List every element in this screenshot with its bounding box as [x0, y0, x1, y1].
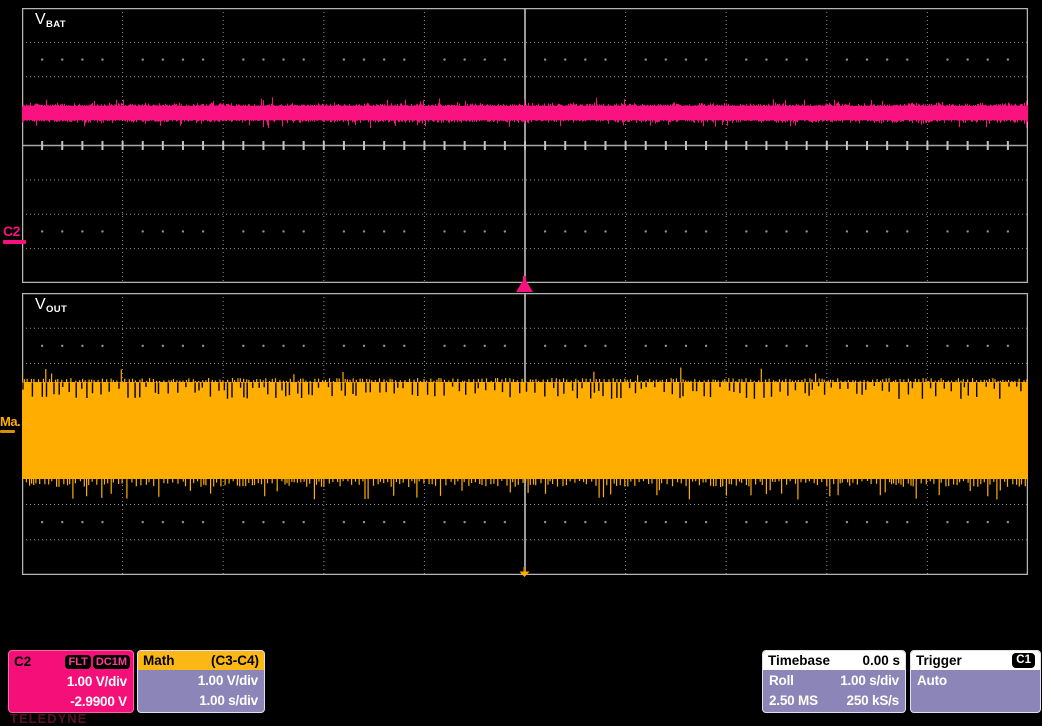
timebase-row-2: 2.50 MS 250 kS/s	[763, 690, 905, 710]
math-scale-value: 1.00 V/div	[138, 670, 264, 690]
top-graticule: VBAT	[22, 8, 1028, 283]
vbat-label-sub: BAT	[46, 19, 66, 30]
c2-badges: FLT DC1M	[65, 655, 130, 669]
vout-label-sub: OUT	[46, 304, 67, 315]
trigger-mode-value: Auto	[917, 673, 947, 688]
vout-label-main: V	[35, 296, 46, 313]
vbat-trace-canvas	[22, 8, 1028, 283]
math-descriptor-title: Math	[143, 653, 175, 668]
c2-offset-value: -2.9900 V	[9, 691, 133, 711]
c2-descriptor-box[interactable]: C2 FLT DC1M 1.00 V/div -2.9900 V	[8, 650, 134, 713]
timebase-title: Timebase	[768, 653, 830, 668]
c2-filter-badge: FLT	[65, 655, 90, 669]
trigger-time-marker[interactable]	[514, 276, 535, 293]
math-descriptor-header: Math (C3-C4)	[138, 651, 264, 670]
timebase-delay: 0.00 s	[862, 653, 900, 668]
c2-position-label: C2	[3, 223, 20, 239]
timebase-descriptor-header: Timebase 0.00 s	[763, 651, 905, 670]
c2-coupling-badge: DC1M	[93, 655, 130, 669]
timebase-descriptor-box[interactable]: Timebase 0.00 s Roll 1.00 s/div 2.50 MS …	[762, 650, 906, 713]
trigger-descriptor-box[interactable]: Trigger C1 Auto	[910, 650, 1041, 713]
bottom-graticule: VOUT	[22, 293, 1028, 575]
vout-trace-canvas	[22, 293, 1028, 575]
timebase-rate: 250 kS/s	[847, 693, 899, 708]
c2-descriptor-title: C2	[14, 654, 31, 669]
c2-position-indicator[interactable]: C2	[3, 224, 26, 244]
vbat-label: VBAT	[35, 11, 66, 30]
trigger-source-badge: C1	[1012, 653, 1035, 668]
math-timebase-value: 1.00 s/div	[138, 690, 264, 710]
timebase-scale: 1.00 s/div	[840, 673, 899, 688]
math-zero-marker[interactable]	[518, 567, 531, 578]
timebase-mode: Roll	[769, 673, 794, 688]
math-position-bar	[0, 430, 15, 433]
oscilloscope-screen: VBAT VOUT C2 Ma. C2 FLT DC1M 1	[0, 0, 1042, 714]
trigger-mode: Auto	[911, 670, 1040, 690]
teledyne-watermark: TELEDYNE	[10, 711, 87, 726]
c2-position-bar	[3, 240, 26, 244]
timebase-samples: 2.50 MS	[769, 693, 818, 708]
math-position-indicator[interactable]: Ma.	[0, 415, 20, 433]
math-position-label: Ma.	[0, 414, 20, 429]
c2-descriptor-header: C2 FLT DC1M	[9, 651, 133, 671]
c2-scale-value: 1.00 V/div	[9, 671, 133, 691]
timebase-row-1: Roll 1.00 s/div	[763, 670, 905, 690]
math-descriptor-box[interactable]: Math (C3-C4) 1.00 V/div 1.00 s/div	[137, 650, 265, 713]
vbat-label-main: V	[35, 11, 46, 28]
math-source: (C3-C4)	[211, 653, 259, 668]
trigger-title: Trigger	[916, 653, 962, 668]
trigger-descriptor-header: Trigger C1	[911, 651, 1040, 670]
vout-label: VOUT	[35, 296, 67, 315]
